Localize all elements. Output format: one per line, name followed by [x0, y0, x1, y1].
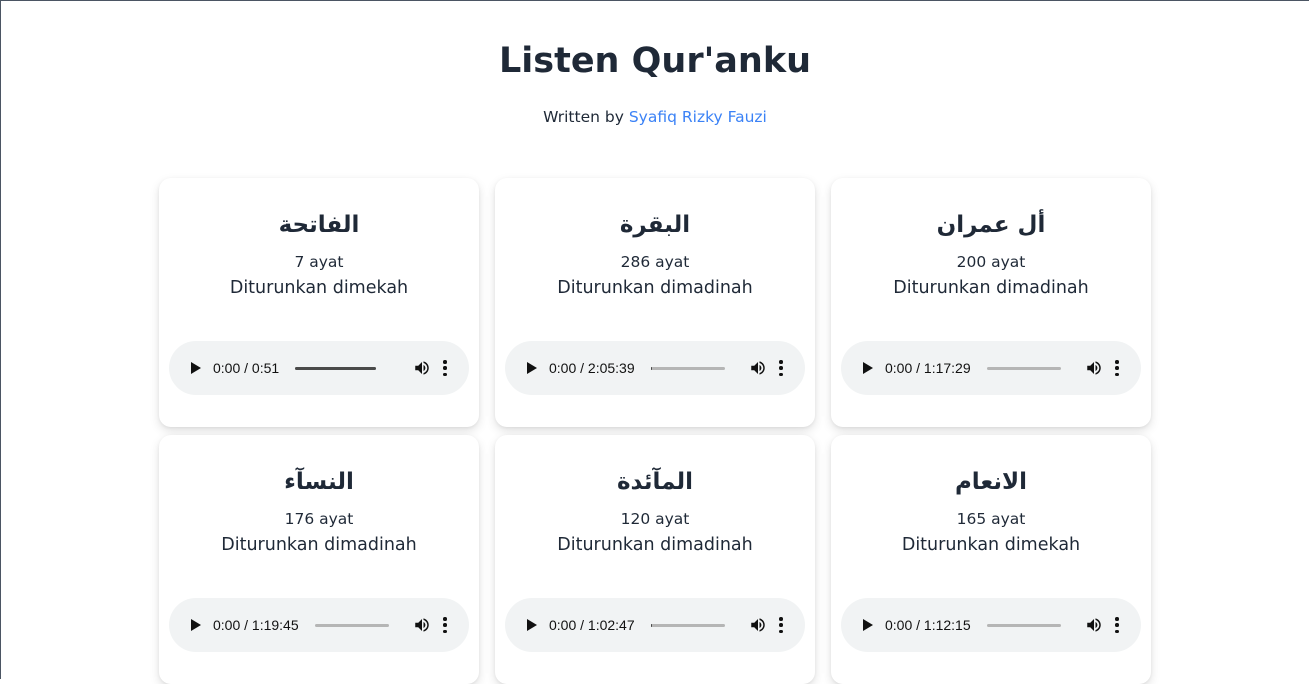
surah-card: المآئدة 120 ayat Diturunkan dimadinah 0:… — [495, 435, 815, 684]
page-title: Listen Qur'anku — [498, 41, 812, 81]
play-icon[interactable] — [191, 362, 201, 374]
ayat-count: 7 ayat — [294, 253, 344, 271]
time-display: 0:00 / 1:17:29 — [885, 360, 971, 376]
seek-bar[interactable] — [650, 623, 725, 627]
revelation-place: Diturunkan dimadinah — [893, 278, 1089, 298]
play-icon[interactable] — [527, 362, 537, 374]
revelation-place: Diturunkan dimadinah — [557, 535, 753, 555]
audio-player[interactable]: 0:00 / 1:17:29 — [841, 341, 1141, 395]
audio-player[interactable]: 0:00 / 1:12:15 — [841, 598, 1141, 652]
ayat-count: 286 ayat — [620, 253, 690, 271]
page-header: Listen Qur'anku Written by Syafiq Rizky … — [1, 1, 1309, 127]
seek-bar[interactable] — [650, 366, 725, 370]
surah-name: المآئدة — [616, 469, 694, 495]
audio-player[interactable]: 0:00 / 2:05:39 — [505, 341, 805, 395]
volume-icon[interactable] — [1085, 359, 1103, 377]
surah-name: أل عمران — [936, 212, 1046, 238]
ayat-count: 120 ayat — [620, 510, 690, 528]
ayat-count: 200 ayat — [956, 253, 1026, 271]
audio-player[interactable]: 0:00 / 1:19:45 — [169, 598, 469, 652]
revelation-place: Diturunkan dimekah — [229, 278, 409, 298]
ayat-count: 176 ayat — [284, 510, 354, 528]
surah-name: النسآء — [284, 469, 354, 495]
ayat-count: 165 ayat — [956, 510, 1026, 528]
author-link[interactable]: Syafiq Rizky Fauzi — [629, 108, 767, 126]
surah-card: أل عمران 200 ayat Diturunkan dimadinah 0… — [831, 178, 1151, 427]
seek-bar[interactable] — [314, 623, 389, 627]
revelation-place: Diturunkan dimekah — [901, 535, 1081, 555]
surah-card: الفاتحة 7 ayat Diturunkan dimekah 0:00 /… — [159, 178, 479, 427]
more-options-icon[interactable] — [1115, 617, 1119, 633]
audio-player[interactable]: 0:00 / 0:51 — [169, 341, 469, 395]
surah-card: الانعام 165 ayat Diturunkan dimekah 0:00… — [831, 435, 1151, 684]
more-options-icon[interactable] — [1115, 360, 1119, 376]
surah-grid: الفاتحة 7 ayat Diturunkan dimekah 0:00 /… — [159, 178, 1151, 684]
surah-card: البقرة 286 ayat Diturunkan dimadinah 0:0… — [495, 178, 815, 427]
volume-icon[interactable] — [749, 616, 767, 634]
play-icon[interactable] — [191, 619, 201, 631]
byline-prefix: Written by — [543, 108, 624, 126]
time-display: 0:00 / 1:12:15 — [885, 617, 971, 633]
volume-icon[interactable] — [413, 616, 431, 634]
more-options-icon[interactable] — [443, 617, 447, 633]
more-options-icon[interactable] — [779, 617, 783, 633]
volume-icon[interactable] — [413, 359, 431, 377]
surah-card: النسآء 176 ayat Diturunkan dimadinah 0:0… — [159, 435, 479, 684]
audio-player[interactable]: 0:00 / 1:02:47 — [505, 598, 805, 652]
play-icon[interactable] — [863, 362, 873, 374]
surah-name: البقرة — [619, 212, 691, 238]
seek-progress — [650, 623, 653, 627]
time-display: 0:00 / 0:51 — [213, 360, 280, 376]
time-display: 0:00 / 1:19:45 — [213, 617, 299, 633]
seek-bar[interactable] — [986, 366, 1061, 370]
time-display: 0:00 / 2:05:39 — [549, 360, 635, 376]
more-options-icon[interactable] — [779, 360, 783, 376]
seek-bar[interactable] — [986, 623, 1061, 627]
seek-progress — [650, 366, 653, 370]
seek-progress — [295, 366, 377, 370]
surah-name: الانعام — [954, 469, 1028, 495]
play-icon[interactable] — [863, 619, 873, 631]
volume-icon[interactable] — [1085, 616, 1103, 634]
volume-icon[interactable] — [749, 359, 767, 377]
revelation-place: Diturunkan dimadinah — [557, 278, 753, 298]
more-options-icon[interactable] — [443, 360, 447, 376]
byline: Written by Syafiq Rizky Fauzi — [1, 107, 1309, 127]
revelation-place: Diturunkan dimadinah — [221, 535, 417, 555]
time-display: 0:00 / 1:02:47 — [549, 617, 635, 633]
play-icon[interactable] — [527, 619, 537, 631]
surah-name: الفاتحة — [278, 212, 360, 238]
seek-bar[interactable] — [295, 366, 377, 370]
